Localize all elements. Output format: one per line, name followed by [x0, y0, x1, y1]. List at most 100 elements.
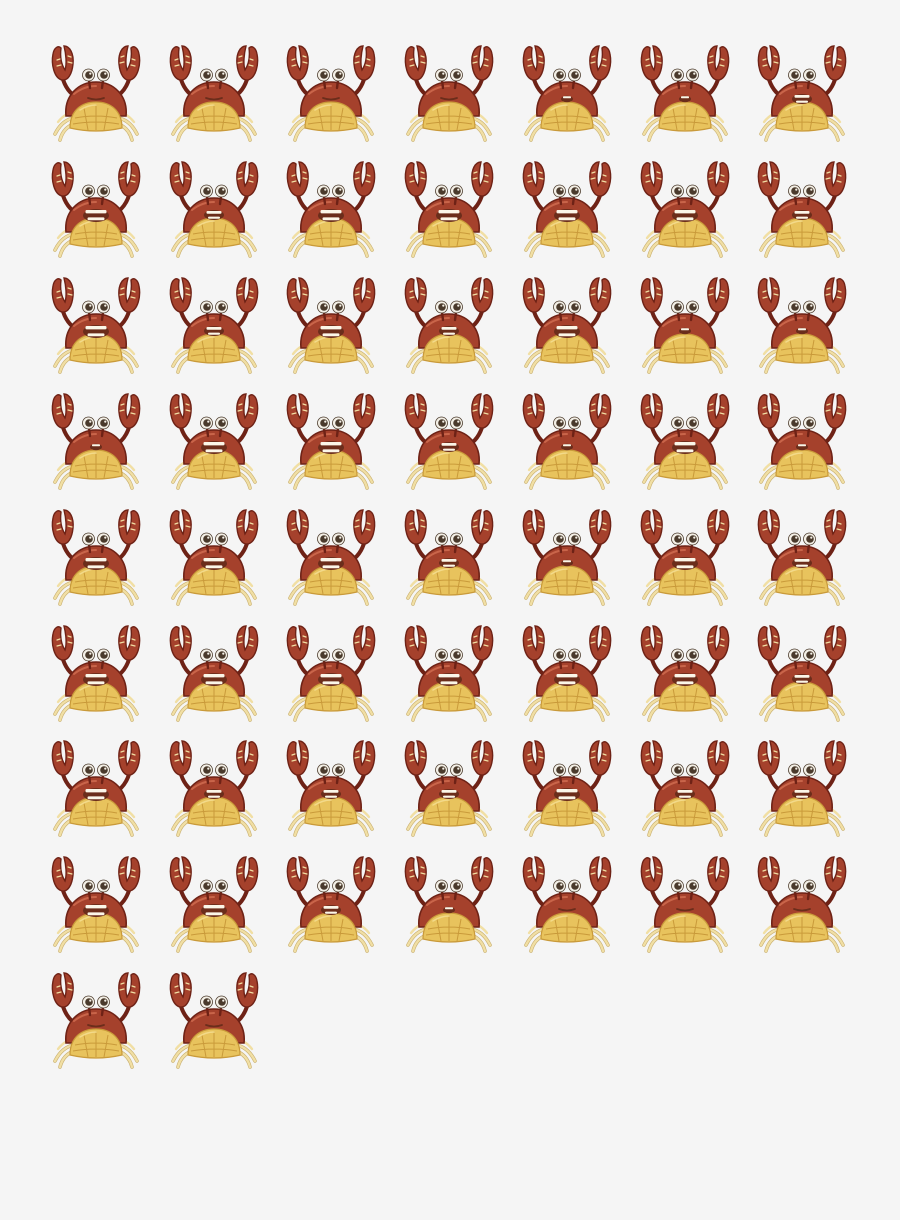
crab-sprite-frame	[637, 386, 733, 490]
crab-sprite	[169, 393, 259, 490]
crab-sprite	[51, 509, 141, 606]
crab-sprite-frame	[637, 502, 733, 606]
crab-sprite	[286, 277, 376, 374]
crab-sprite	[757, 740, 847, 837]
crab-sprite-frame	[754, 154, 850, 258]
crab-sprite-frame	[48, 849, 144, 953]
crab-sprite-frame	[401, 154, 497, 258]
crab-sprite	[51, 45, 141, 142]
crab-sprite-frame	[754, 270, 850, 374]
crab-sprite-frame	[166, 154, 262, 258]
crab-sprite	[169, 161, 259, 258]
crab-sprite	[51, 856, 141, 953]
crab-sprite-frame	[754, 733, 850, 837]
crab-sprite	[404, 393, 494, 490]
crab-sprite	[169, 277, 259, 374]
crab-sprite	[286, 509, 376, 606]
crab-sprite-frame	[283, 154, 379, 258]
crab-sprite-frame	[283, 849, 379, 953]
crab-sprite-frame	[519, 733, 615, 837]
crab-sprite-frame	[637, 270, 733, 374]
crab-sprite-frame	[754, 38, 850, 142]
crab-sprite-frame	[754, 618, 850, 722]
crab-sprite	[286, 740, 376, 837]
crab-sprite-frame	[754, 386, 850, 490]
crab-sprite	[404, 856, 494, 953]
crab-sprite	[757, 625, 847, 722]
crab-sprite	[169, 972, 259, 1069]
crab-sprite-frame	[48, 386, 144, 490]
crab-sprite	[522, 856, 612, 953]
crab-sprite-frame	[754, 849, 850, 953]
crab-sprite	[286, 856, 376, 953]
crab-sprite	[51, 393, 141, 490]
crab-sprite-frame	[283, 733, 379, 837]
crab-sprite-frame	[401, 386, 497, 490]
crab-sprite-frame	[401, 502, 497, 606]
crab-sprite	[286, 625, 376, 722]
crab-sprite	[522, 277, 612, 374]
crab-sprite-frame	[48, 38, 144, 142]
crab-sprite	[286, 45, 376, 142]
crab-sprite-frame	[401, 38, 497, 142]
crab-sprite	[757, 509, 847, 606]
crab-sprite	[522, 161, 612, 258]
crab-sprite	[51, 625, 141, 722]
crab-sprite	[51, 972, 141, 1069]
crab-sprite	[640, 277, 730, 374]
crab-sprite	[522, 740, 612, 837]
crab-sprite	[640, 509, 730, 606]
crab-sprite	[51, 161, 141, 258]
crab-sprite-frame	[637, 154, 733, 258]
crab-sprite-frame	[166, 502, 262, 606]
crab-sprite	[640, 856, 730, 953]
crab-sprite-frame	[166, 270, 262, 374]
crab-sprite	[169, 509, 259, 606]
crab-sprite	[404, 740, 494, 837]
crab-sprite	[51, 740, 141, 837]
crab-sprite	[404, 625, 494, 722]
crab-sprite	[404, 277, 494, 374]
crab-sprite-frame	[283, 38, 379, 142]
crab-sprite-frame	[401, 270, 497, 374]
crab-sprite-frame	[519, 618, 615, 722]
crab-sprite	[522, 393, 612, 490]
crab-sprite-frame	[637, 849, 733, 953]
crab-sprite	[640, 740, 730, 837]
crab-sprite-frame	[283, 618, 379, 722]
crab-sprite-frame	[48, 965, 144, 1069]
crab-sprite	[169, 625, 259, 722]
crab-sprite-frame	[166, 849, 262, 953]
crab-sprite-frame	[166, 38, 262, 142]
crab-sprite	[169, 856, 259, 953]
crab-sprite-frame	[166, 965, 262, 1069]
crab-sprite-frame	[48, 270, 144, 374]
crab-sprite-sheet	[0, 0, 900, 1220]
crab-sprite	[757, 856, 847, 953]
crab-sprite-frame	[48, 154, 144, 258]
crab-sprite	[522, 509, 612, 606]
crab-sprite	[757, 45, 847, 142]
crab-sprite-frame	[401, 849, 497, 953]
crab-sprite-frame	[637, 618, 733, 722]
crab-sprite-frame	[283, 270, 379, 374]
crab-sprite	[522, 45, 612, 142]
crab-sprite-frame	[519, 849, 615, 953]
crab-sprite-frame	[166, 386, 262, 490]
crab-sprite-frame	[519, 154, 615, 258]
crab-sprite-frame	[519, 386, 615, 490]
crab-sprite-frame	[519, 502, 615, 606]
crab-sprite-frame	[48, 733, 144, 837]
crab-sprite	[404, 45, 494, 142]
crab-sprite-frame	[637, 38, 733, 142]
crab-sprite	[640, 625, 730, 722]
crab-sprite-frame	[401, 733, 497, 837]
crab-sprite-frame	[166, 733, 262, 837]
crab-sprite-frame	[166, 618, 262, 722]
crab-sprite-frame	[754, 502, 850, 606]
crab-sprite	[757, 277, 847, 374]
crab-sprite	[169, 45, 259, 142]
crab-sprite-frame	[519, 38, 615, 142]
crab-sprite	[640, 45, 730, 142]
crab-sprite-frame	[283, 502, 379, 606]
